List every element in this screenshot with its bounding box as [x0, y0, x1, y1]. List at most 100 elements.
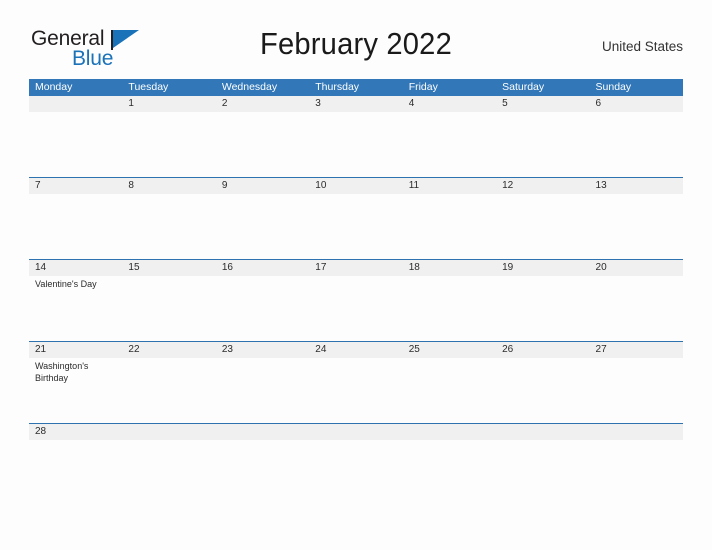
day-number[interactable]: 1: [122, 96, 215, 112]
weekday-header-friday: Friday: [408, 81, 438, 93]
day-cell[interactable]: [29, 440, 122, 443]
day-number[interactable]: 10: [309, 178, 402, 194]
week-date-band: 123456: [29, 96, 683, 112]
day-cell[interactable]: [590, 440, 683, 443]
region-label: United States: [601, 39, 683, 54]
day-number[interactable]: 5: [496, 96, 589, 112]
day-cell[interactable]: [590, 194, 683, 259]
day-number[interactable]: 6: [590, 96, 683, 112]
calendar-week-row: 7 8 9 10 11 12 13: [29, 177, 683, 259]
day-cell[interactable]: [496, 112, 589, 177]
day-number[interactable]: 23: [216, 342, 309, 358]
day-cell[interactable]: [403, 194, 496, 259]
week-date-band: 28: [29, 424, 683, 440]
day-number[interactable]: 13: [590, 178, 683, 194]
day-cell[interactable]: [309, 276, 402, 341]
day-number[interactable]: 26: [496, 342, 589, 358]
weekday-header-row: Monday Tuesday Wednesday Thursday Friday…: [29, 79, 683, 96]
day-number[interactable]: 17: [309, 260, 402, 276]
day-number[interactable]: 27: [590, 342, 683, 358]
day-cell[interactable]: [216, 358, 309, 423]
calendar-week-row: 14 15 16 17 18 19 20 Valentine's Day: [29, 259, 683, 341]
day-number[interactable]: 18: [403, 260, 496, 276]
day-cell[interactable]: [403, 112, 496, 177]
day-number-empty: [309, 424, 402, 440]
day-cell[interactable]: [403, 358, 496, 423]
day-number-empty: [216, 424, 309, 440]
weekday-header-sunday: Sunday: [595, 81, 632, 93]
day-cell[interactable]: Valentine's Day: [29, 276, 122, 341]
day-cell[interactable]: [122, 440, 215, 443]
weekday-header-tuesday: Tuesday: [128, 81, 169, 93]
week-date-band: 21 22 23 24 25 26 27: [29, 342, 683, 358]
day-cell[interactable]: [590, 112, 683, 177]
day-number[interactable]: 21: [29, 342, 122, 358]
week-date-band: 7 8 9 10 11 12 13: [29, 178, 683, 194]
week-event-band: [29, 194, 683, 259]
day-number-empty: [496, 424, 589, 440]
day-cell[interactable]: [309, 194, 402, 259]
page-header: General Blue February 2022 United States: [29, 26, 683, 74]
day-number[interactable]: 4: [403, 96, 496, 112]
day-number-empty: [403, 424, 496, 440]
day-cell[interactable]: [309, 440, 402, 443]
day-cell[interactable]: [496, 276, 589, 341]
day-number[interactable]: 19: [496, 260, 589, 276]
weekday-header-wednesday: Wednesday: [221, 81, 278, 93]
day-cell[interactable]: [590, 276, 683, 341]
day-number[interactable]: 14: [29, 260, 122, 276]
day-number-empty: [590, 424, 683, 440]
day-cell[interactable]: [496, 194, 589, 259]
day-number[interactable]: 15: [122, 260, 215, 276]
day-number[interactable]: 11: [403, 178, 496, 194]
day-number-empty: [122, 424, 215, 440]
calendar-weeks: 1 2 3 4 5 6 7 8 9 10 11 12 13 14 15 16 17 18 19 20 Valentine…: [29, 96, 683, 440]
day-cell[interactable]: [309, 112, 402, 177]
day-cell[interactable]: [496, 440, 589, 443]
calendar-week-row: 28: [29, 423, 683, 440]
day-number[interactable]: 16: [216, 260, 309, 276]
day-number-empty: [29, 96, 122, 112]
day-number[interactable]: 25: [403, 342, 496, 358]
day-number[interactable]: 24: [309, 342, 402, 358]
calendar-week-row: 123456: [29, 96, 683, 177]
holiday-event: Washington's Birthday: [35, 361, 89, 383]
calendar-page: General Blue February 2022 United States…: [0, 0, 712, 550]
weekday-header-monday: Monday: [35, 81, 73, 93]
day-number[interactable]: 9: [216, 178, 309, 194]
day-cell[interactable]: [403, 440, 496, 443]
weekday-header-thursday: Thursday: [315, 81, 360, 93]
weekday-header-saturday: Saturday: [502, 81, 545, 93]
day-cell[interactable]: [309, 358, 402, 423]
page-title: February 2022: [260, 26, 452, 61]
day-number[interactable]: 28: [29, 424, 122, 440]
day-cell[interactable]: [216, 112, 309, 177]
day-number[interactable]: 12: [496, 178, 589, 194]
day-cell[interactable]: [122, 112, 215, 177]
day-number[interactable]: 2: [216, 96, 309, 112]
day-cell[interactable]: [216, 276, 309, 341]
day-cell[interactable]: Washington's Birthday: [29, 358, 122, 423]
day-number[interactable]: 22: [122, 342, 215, 358]
day-cell[interactable]: [29, 112, 122, 177]
day-cell[interactable]: [216, 440, 309, 443]
calendar-grid: Monday Tuesday Wednesday Thursday Friday…: [29, 79, 683, 440]
calendar-week-row: 21 22 23 24 25 26 27 Washington's Birthday: [29, 341, 683, 423]
day-cell[interactable]: [29, 194, 122, 259]
week-date-band: 14 15 16 17 18 19 20: [29, 260, 683, 276]
day-cell[interactable]: [122, 276, 215, 341]
week-event-band: Washington's Birthday: [29, 358, 683, 423]
day-cell[interactable]: [496, 358, 589, 423]
day-number[interactable]: 3: [309, 96, 402, 112]
week-event-band: [29, 112, 683, 177]
day-cell[interactable]: [122, 358, 215, 423]
day-cell[interactable]: [122, 194, 215, 259]
day-number[interactable]: 20: [590, 260, 683, 276]
week-event-band: Valentine's Day: [29, 276, 683, 341]
day-cell[interactable]: [403, 276, 496, 341]
day-cell[interactable]: [216, 194, 309, 259]
day-number[interactable]: 8: [122, 178, 215, 194]
day-cell[interactable]: [590, 358, 683, 423]
day-number[interactable]: 7: [29, 178, 122, 194]
holiday-event: Valentine's Day: [35, 279, 97, 289]
